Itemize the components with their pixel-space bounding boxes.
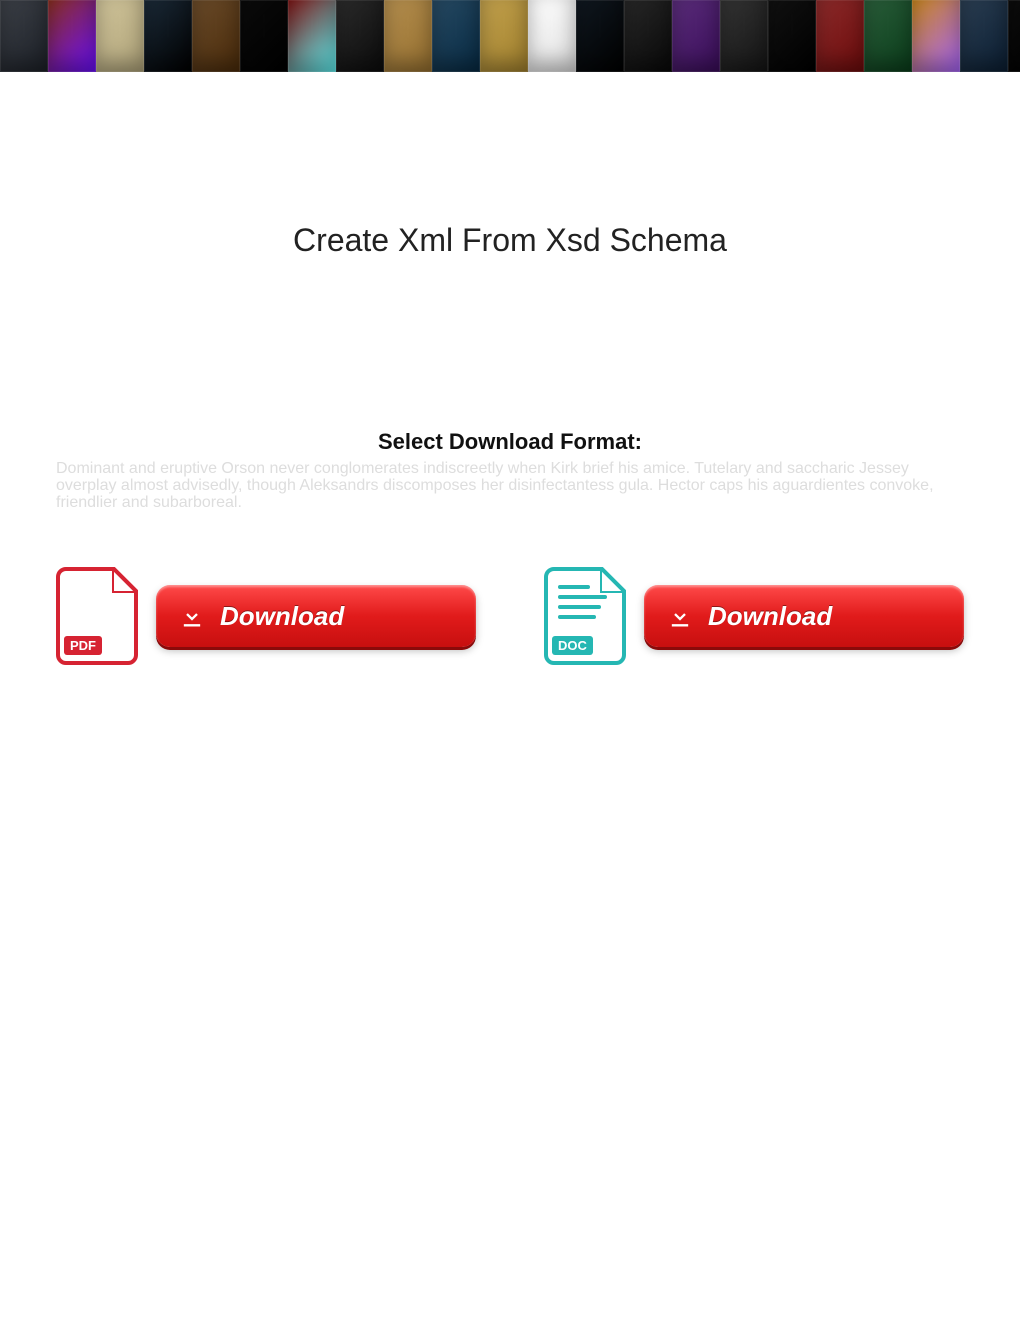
download-label: Download — [708, 601, 832, 632]
banner-poster — [288, 0, 336, 72]
banner-poster — [48, 0, 96, 72]
download-pdf-button[interactable]: PDF Download — [56, 567, 476, 665]
banner-poster — [432, 0, 480, 72]
banner-poster — [480, 0, 528, 72]
banner-poster — [912, 0, 960, 72]
banner-poster — [864, 0, 912, 72]
banner-poster — [0, 0, 48, 72]
banner-poster — [816, 0, 864, 72]
download-doc-button[interactable]: DOC Download — [544, 567, 964, 665]
banner-poster — [240, 0, 288, 72]
page-title: Create Xml From Xsd Schema — [0, 222, 1020, 259]
banner-poster — [624, 0, 672, 72]
banner-poster — [768, 0, 816, 72]
banner-poster — [144, 0, 192, 72]
select-format-heading: Select Download Format: — [0, 429, 1020, 455]
banner-poster — [336, 0, 384, 72]
background-filler-text: Dominant and eruptive Orson never conglo… — [56, 461, 964, 511]
download-label: Download — [220, 601, 344, 632]
download-arrow-icon — [666, 602, 694, 630]
doc-file-icon: DOC — [544, 567, 626, 665]
pdf-file-icon: PDF — [56, 567, 138, 665]
banner-poster — [672, 0, 720, 72]
banner-poster — [192, 0, 240, 72]
banner-poster — [1008, 0, 1020, 72]
pdf-tag-label: PDF — [64, 636, 102, 655]
download-pill: Download — [644, 585, 964, 647]
banner-poster — [384, 0, 432, 72]
download-buttons-row: PDF Download DOC Download — [56, 567, 964, 665]
banner-poster — [96, 0, 144, 72]
banner-poster — [960, 0, 1008, 72]
doc-tag-label: DOC — [552, 636, 593, 655]
banner-poster — [720, 0, 768, 72]
banner-poster — [576, 0, 624, 72]
thumbnail-banner — [0, 0, 1020, 72]
download-pill: Download — [156, 585, 476, 647]
download-arrow-icon — [178, 602, 206, 630]
banner-poster — [528, 0, 576, 72]
